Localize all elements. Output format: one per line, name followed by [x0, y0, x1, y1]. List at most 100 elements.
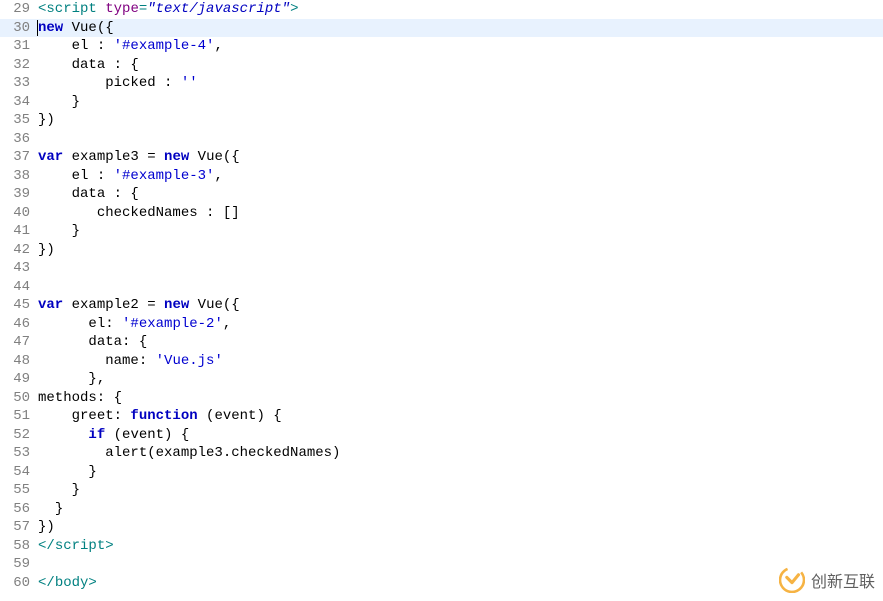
code-content[interactable]	[38, 278, 883, 297]
code-token: el:	[88, 316, 122, 332]
code-content[interactable]: name: 'Vue.js'	[38, 352, 883, 371]
code-content[interactable]: },	[38, 370, 883, 389]
code-content[interactable]: data : {	[38, 185, 883, 204]
code-line[interactable]: 56 }	[0, 500, 883, 519]
code-line[interactable]: 41 }	[0, 222, 883, 241]
code-content[interactable]: picked : ''	[38, 74, 883, 93]
code-token: }	[55, 501, 63, 517]
code-content[interactable]: }	[38, 93, 883, 112]
code-line[interactable]: 44	[0, 278, 883, 297]
line-number: 35	[0, 111, 38, 130]
code-content[interactable]: <script type="text/javascript">	[38, 0, 883, 19]
code-content[interactable]: el: '#example-2',	[38, 315, 883, 334]
code-token: new	[164, 297, 189, 313]
code-token: new	[164, 149, 189, 165]
code-line[interactable]: 33 picked : ''	[0, 74, 883, 93]
code-line[interactable]: 36	[0, 130, 883, 149]
code-content[interactable]	[38, 555, 883, 574]
code-line[interactable]: 46 el: '#example-2',	[0, 315, 883, 334]
code-content[interactable]: </body>	[38, 574, 883, 593]
code-editor[interactable]: 29<script type="text/javascript">30new V…	[0, 0, 883, 592]
code-token: >	[105, 538, 113, 554]
code-line[interactable]: 35})	[0, 111, 883, 130]
watermark-text: 创新互联	[811, 568, 875, 592]
code-content[interactable]: var example3 = new Vue({	[38, 148, 883, 167]
code-token: 'Vue.js'	[156, 353, 223, 369]
line-number: 49	[0, 370, 38, 389]
code-token: picked :	[105, 75, 181, 91]
code-token: data : {	[72, 186, 139, 202]
code-line[interactable]: 53 alert(example3.checkedNames)	[0, 444, 883, 463]
code-line[interactable]: 30new Vue({	[0, 19, 883, 38]
code-content[interactable]	[38, 130, 883, 149]
code-line[interactable]: 54 }	[0, 463, 883, 482]
code-content[interactable]: data : {	[38, 56, 883, 75]
code-line[interactable]: 57})	[0, 518, 883, 537]
code-line[interactable]: 51 greet: function (event) {	[0, 407, 883, 426]
code-token: }	[72, 482, 80, 498]
code-line[interactable]: 47 data: {	[0, 333, 883, 352]
code-content[interactable]: methods: {	[38, 389, 883, 408]
code-token: name:	[105, 353, 155, 369]
code-token: data : {	[72, 57, 139, 73]
code-line[interactable]: 52 if (event) {	[0, 426, 883, 445]
line-number: 53	[0, 444, 38, 463]
code-line[interactable]: 42})	[0, 241, 883, 260]
code-line[interactable]: 48 name: 'Vue.js'	[0, 352, 883, 371]
line-number: 45	[0, 296, 38, 315]
code-content[interactable]: }	[38, 481, 883, 500]
code-token: </	[38, 538, 55, 554]
code-line[interactable]: 40 checkedNames : []	[0, 204, 883, 223]
code-content[interactable]: })	[38, 111, 883, 130]
code-content[interactable]: if (event) {	[38, 426, 883, 445]
code-line[interactable]: 34 }	[0, 93, 883, 112]
code-token: ,	[214, 38, 222, 54]
code-content[interactable]: data: {	[38, 333, 883, 352]
code-token: function	[130, 408, 197, 424]
code-line[interactable]: 45var example2 = new Vue({	[0, 296, 883, 315]
code-content[interactable]: new Vue({	[38, 19, 883, 38]
code-line[interactable]: 29<script type="text/javascript">	[0, 0, 883, 19]
code-token: var	[38, 297, 63, 313]
code-token: example3 =	[63, 149, 164, 165]
code-content[interactable]: </script>	[38, 537, 883, 556]
code-line[interactable]: 43	[0, 259, 883, 278]
code-line[interactable]: 59	[0, 555, 883, 574]
code-token: ,	[214, 168, 222, 184]
code-content[interactable]: el : '#example-4',	[38, 37, 883, 56]
line-number: 48	[0, 352, 38, 371]
logo-icon	[779, 567, 805, 593]
code-line[interactable]: 37var example3 = new Vue({	[0, 148, 883, 167]
code-content[interactable]: })	[38, 518, 883, 537]
line-number: 30	[0, 19, 38, 38]
code-content[interactable]: alert(example3.checkedNames)	[38, 444, 883, 463]
code-token: })	[38, 519, 55, 535]
code-token: var	[38, 149, 63, 165]
code-token: if	[88, 427, 105, 443]
code-content[interactable]: }	[38, 463, 883, 482]
line-number: 41	[0, 222, 38, 241]
code-line[interactable]: 60</body>	[0, 574, 883, 593]
code-content[interactable]: el : '#example-3',	[38, 167, 883, 186]
code-line[interactable]: 50methods: {	[0, 389, 883, 408]
code-line[interactable]: 58</script>	[0, 537, 883, 556]
line-number: 31	[0, 37, 38, 56]
code-line[interactable]: 38 el : '#example-3',	[0, 167, 883, 186]
code-line[interactable]: 55 }	[0, 481, 883, 500]
code-content[interactable]: }	[38, 500, 883, 519]
code-line[interactable]: 32 data : {	[0, 56, 883, 75]
code-content[interactable]	[38, 259, 883, 278]
line-number: 36	[0, 130, 38, 149]
code-content[interactable]: })	[38, 241, 883, 260]
code-token: ''	[181, 75, 198, 91]
line-number: 44	[0, 278, 38, 297]
code-content[interactable]: var example2 = new Vue({	[38, 296, 883, 315]
code-token: type	[105, 1, 139, 17]
code-line[interactable]: 31 el : '#example-4',	[0, 37, 883, 56]
code-line[interactable]: 39 data : {	[0, 185, 883, 204]
line-number: 57	[0, 518, 38, 537]
code-line[interactable]: 49 },	[0, 370, 883, 389]
code-content[interactable]: greet: function (event) {	[38, 407, 883, 426]
code-content[interactable]: checkedNames : []	[38, 204, 883, 223]
code-content[interactable]: }	[38, 222, 883, 241]
